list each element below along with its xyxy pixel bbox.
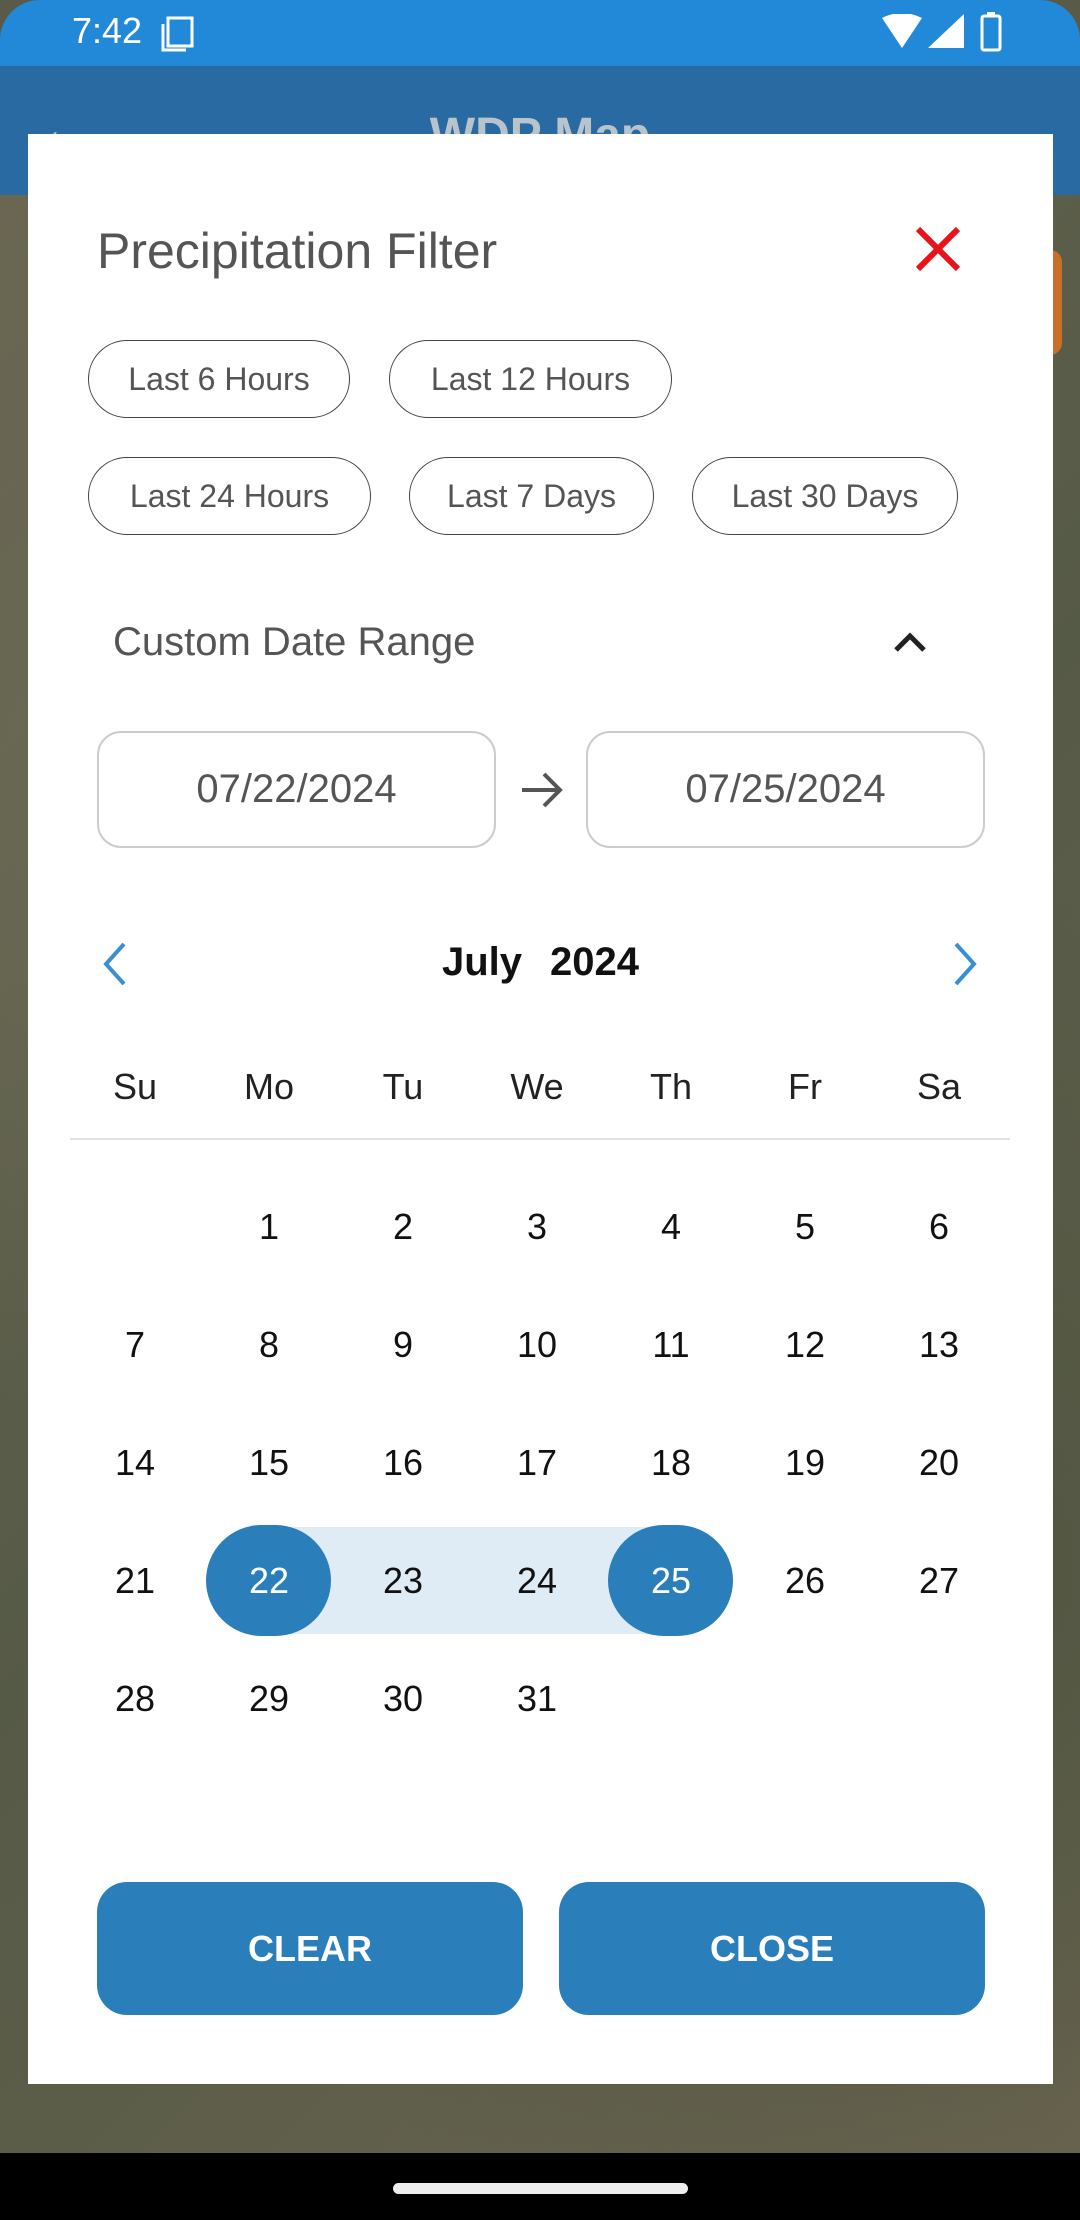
calendar-day[interactable]: 24	[470, 1551, 604, 1611]
month-label: July	[441, 940, 523, 984]
calendar-day[interactable]: 8	[202, 1315, 336, 1375]
calendar-day[interactable]: 26	[738, 1551, 872, 1611]
weekday-fr: Fr	[788, 1066, 822, 1107]
chip-last-12-hours[interactable]: Last 12 Hours	[389, 340, 672, 418]
calendar-day[interactable]: 21	[68, 1551, 202, 1611]
calendar-day[interactable]: 14	[68, 1433, 202, 1493]
notification-icon	[161, 16, 194, 52]
calendar-day[interactable]: 9	[336, 1315, 470, 1375]
calendar-day[interactable]: 2	[336, 1197, 470, 1257]
chevron-up-icon[interactable]	[890, 622, 930, 662]
year-label: 2024	[550, 940, 640, 984]
calendar-day[interactable]: 19	[738, 1433, 872, 1493]
arrow-right-icon	[522, 772, 563, 808]
battery-icon	[980, 12, 1002, 52]
weekday-mo: Mo	[243, 1066, 294, 1107]
calendar-day[interactable]: 5	[738, 1197, 872, 1257]
weekday-sa: Sa	[916, 1066, 962, 1107]
calendar-day[interactable]: 10	[470, 1315, 604, 1375]
weekday-divider	[70, 1138, 1010, 1140]
chip-last-30-days[interactable]: Last 30 Days	[692, 457, 958, 535]
weekday-th: Th	[649, 1066, 692, 1107]
close-button[interactable]: CLOSE	[559, 1882, 985, 2015]
calendar-day[interactable]: 22	[202, 1551, 336, 1611]
start-date-field[interactable]: 07/22/2024	[97, 731, 496, 848]
calendar-day[interactable]: 4	[604, 1197, 738, 1257]
calendar-day[interactable]: 11	[604, 1315, 738, 1375]
calendar-day[interactable]: 28	[68, 1669, 202, 1729]
weekday-we: We	[510, 1066, 564, 1107]
custom-date-range-toggle[interactable]: Custom Date Range	[113, 620, 475, 665]
month-year-header: July 2024	[28, 940, 1053, 985]
precipitation-filter-dialog: Precipitation Filter Last 6 Hours Last 1…	[28, 134, 1053, 2084]
wifi-icon	[882, 14, 922, 48]
weekday-su: Su	[112, 1066, 158, 1107]
signal-icon	[928, 14, 964, 48]
status-bar: 7:42	[0, 0, 1080, 66]
weekday-tu: Tu	[382, 1066, 424, 1107]
calendar-day[interactable]: 17	[470, 1433, 604, 1493]
calendar-day[interactable]: 20	[872, 1433, 1006, 1493]
close-icon[interactable]	[908, 219, 968, 279]
status-time: 7:42	[72, 10, 143, 51]
calendar-day[interactable]: 15	[202, 1433, 336, 1493]
dialog-title: Precipitation Filter	[97, 223, 498, 279]
calendar-day[interactable]: 7	[68, 1315, 202, 1375]
calendar-day[interactable]: 12	[738, 1315, 872, 1375]
calendar-day[interactable]: 18	[604, 1433, 738, 1493]
chip-last-6-hours[interactable]: Last 6 Hours	[88, 340, 350, 418]
chip-last-7-days[interactable]: Last 7 Days	[409, 457, 654, 535]
calendar-day[interactable]: 6	[872, 1197, 1006, 1257]
home-gesture-handle[interactable]	[393, 2183, 688, 2194]
calendar-day[interactable]: 25	[604, 1551, 738, 1611]
clear-button[interactable]: CLEAR	[97, 1882, 523, 2015]
calendar-day[interactable]: 23	[336, 1551, 470, 1611]
calendar-day[interactable]: 3	[470, 1197, 604, 1257]
chip-last-24-hours[interactable]: Last 24 Hours	[88, 457, 371, 535]
calendar-day[interactable]: 29	[202, 1669, 336, 1729]
next-month-chevron-icon[interactable]	[942, 934, 986, 994]
calendar-day[interactable]: 1	[202, 1197, 336, 1257]
calendar-day[interactable]: 30	[336, 1669, 470, 1729]
end-date-field[interactable]: 07/25/2024	[586, 731, 985, 848]
calendar-day[interactable]: 13	[872, 1315, 1006, 1375]
calendar-day[interactable]: 27	[872, 1551, 1006, 1611]
calendar-day[interactable]: 16	[336, 1433, 470, 1493]
calendar-day[interactable]: 31	[470, 1669, 604, 1729]
